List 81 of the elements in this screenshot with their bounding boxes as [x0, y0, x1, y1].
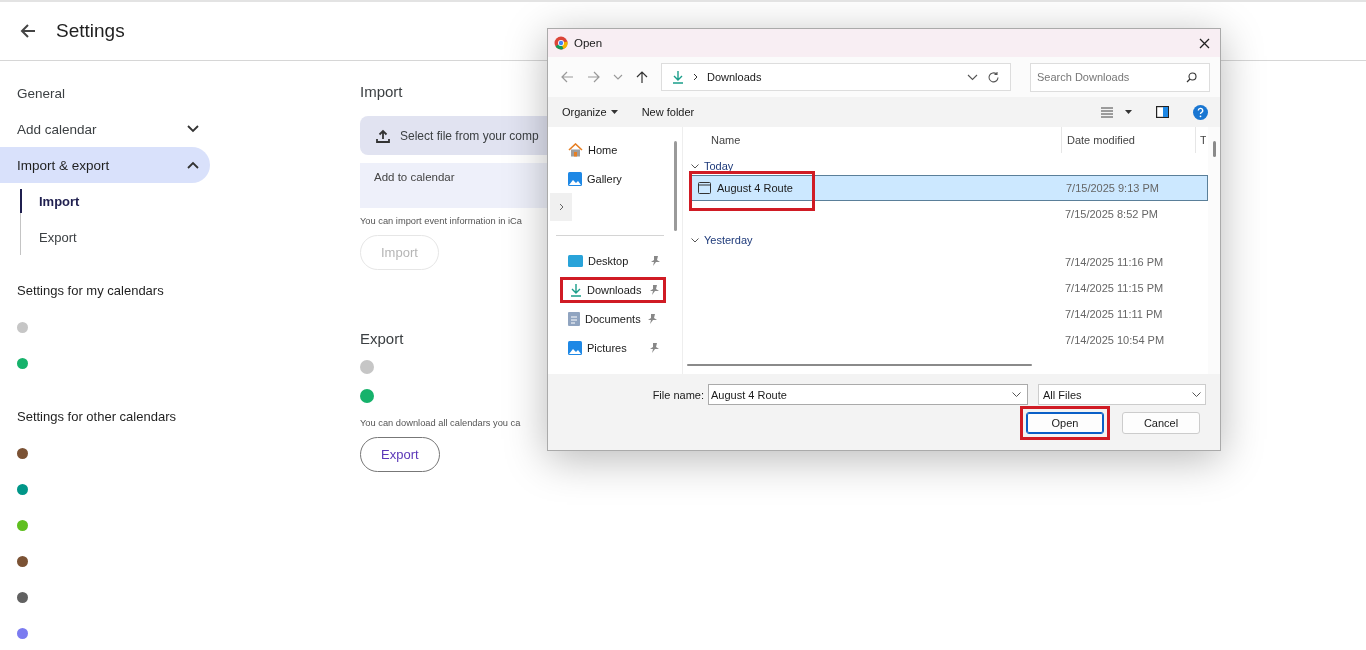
file-row[interactable]: 7/14/2025 11:16 PM: [687, 249, 1208, 275]
chevron-up-icon: [187, 161, 199, 169]
nav-pane-item[interactable]: Documents: [560, 305, 661, 332]
scrollbar-thumb[interactable]: [687, 364, 1032, 366]
column-header[interactable]: Name: [687, 134, 1061, 146]
file-row[interactable]: August 4 Route 7/15/2025 9:13 PM: [691, 175, 1208, 201]
search-icon: [1186, 71, 1197, 83]
desktop-icon: [568, 254, 583, 267]
pin-icon: [650, 284, 659, 295]
address-bar[interactable]: Downloads: [661, 63, 1011, 91]
file-row[interactable]: 7/14/2025 11:11 PM: [687, 301, 1208, 327]
chevron-down-icon: [691, 237, 699, 243]
file-type-dropdown[interactable]: All Files: [1038, 384, 1206, 405]
page-title: Settings: [56, 20, 125, 42]
pin-icon: [650, 342, 659, 353]
download-icon: [570, 282, 582, 297]
date-cell: 7/15/2025 8:52 PM: [1065, 208, 1158, 220]
scrollbar-thumb[interactable]: [1212, 141, 1216, 157]
group-header[interactable]: Yesterday: [687, 231, 1208, 249]
cancel-button[interactable]: Cancel: [1122, 412, 1200, 434]
up-arrow-icon[interactable]: [636, 70, 648, 84]
picture-icon: [568, 171, 582, 186]
sidebar-item[interactable]: Import & export: [0, 147, 210, 183]
date-cell: 7/14/2025 11:15 PM: [1065, 282, 1164, 294]
dialog-title: Open: [574, 37, 603, 49]
column-header[interactable]: Date modified: [1061, 127, 1195, 153]
chevron-down-icon: [691, 163, 699, 169]
file-name-label: File name:: [652, 388, 704, 401]
file-name[interactable]: August 4 Route: [692, 174, 817, 202]
download-icon: [672, 70, 684, 84]
sidebar-item[interactable]: Add calendar: [0, 111, 210, 147]
date-cell: 7/14/2025 11:16 PM: [1065, 256, 1164, 268]
chevron-down-icon: [1012, 392, 1021, 397]
nav-pane-item[interactable]: Desktop: [560, 247, 664, 274]
section-heading: Settings for my calendars: [17, 283, 165, 300]
help-text: You can import event information in iCa: [360, 216, 522, 226]
chevron-right-icon: [558, 203, 564, 211]
pin-icon: [648, 313, 657, 324]
nav-pane-item[interactable]: Downloads: [560, 276, 666, 303]
caret-icon[interactable]: [1125, 110, 1132, 114]
new-folder-button[interactable]: New folder: [641, 106, 695, 118]
pin-icon: [651, 255, 660, 266]
help-text: You can download all calendars you ca: [360, 418, 521, 428]
sidebar-item[interactable]: General: [0, 75, 210, 111]
column-header[interactable]: T: [1195, 127, 1206, 153]
document-icon: [568, 311, 580, 326]
picture-icon: [568, 340, 582, 355]
app-icon: [554, 36, 568, 50]
search-field[interactable]: Search Downloads: [1030, 62, 1210, 92]
date-cell: 7/15/2025 9:13 PM: [1066, 182, 1159, 194]
forward-arrow-icon[interactable]: [587, 71, 600, 83]
list-view-icon[interactable]: [1101, 106, 1113, 118]
open-button[interactable]: Open: [1026, 412, 1104, 434]
file-row[interactable]: 7/14/2025 10:54 PM: [687, 327, 1208, 353]
section-heading: Export: [360, 330, 404, 349]
back-arrow-icon[interactable]: [19, 22, 37, 40]
chevron-right-icon: [693, 73, 698, 81]
export-button[interactable]: Export: [360, 437, 440, 472]
file-name-field[interactable]: August 4 Route: [708, 384, 1028, 405]
file-row[interactable]: 7/15/2025 8:52 PM: [687, 201, 1208, 227]
group-header[interactable]: Today: [687, 157, 1208, 175]
house-icon: [568, 142, 583, 157]
sidebar-subitem[interactable]: Import: [20, 189, 210, 213]
chevron-down-icon: [187, 125, 199, 133]
sidebar-subitem[interactable]: Export: [21, 219, 210, 255]
organize-menu-button[interactable]: Organize: [562, 106, 618, 118]
section-heading: Import: [360, 83, 403, 102]
caret-icon: [610, 110, 618, 114]
chevron-down-icon: [1192, 392, 1201, 397]
close-icon[interactable]: [1199, 37, 1210, 49]
date-cell: 7/14/2025 11:11 PM: [1065, 308, 1163, 320]
preview-pane-icon[interactable]: [1156, 106, 1169, 118]
chevron-down-icon[interactable]: [967, 73, 978, 81]
window-icon: [698, 182, 711, 194]
file-row[interactable]: 7/14/2025 11:15 PM: [687, 275, 1208, 301]
upload-icon: [376, 128, 390, 143]
date-cell: 7/14/2025 10:54 PM: [1065, 334, 1165, 346]
help-icon[interactable]: [1193, 104, 1208, 120]
nav-pane-item[interactable]: Pictures: [560, 334, 663, 361]
refresh-icon[interactable]: [987, 70, 1000, 84]
section-heading: Settings for other calendars: [17, 409, 177, 426]
